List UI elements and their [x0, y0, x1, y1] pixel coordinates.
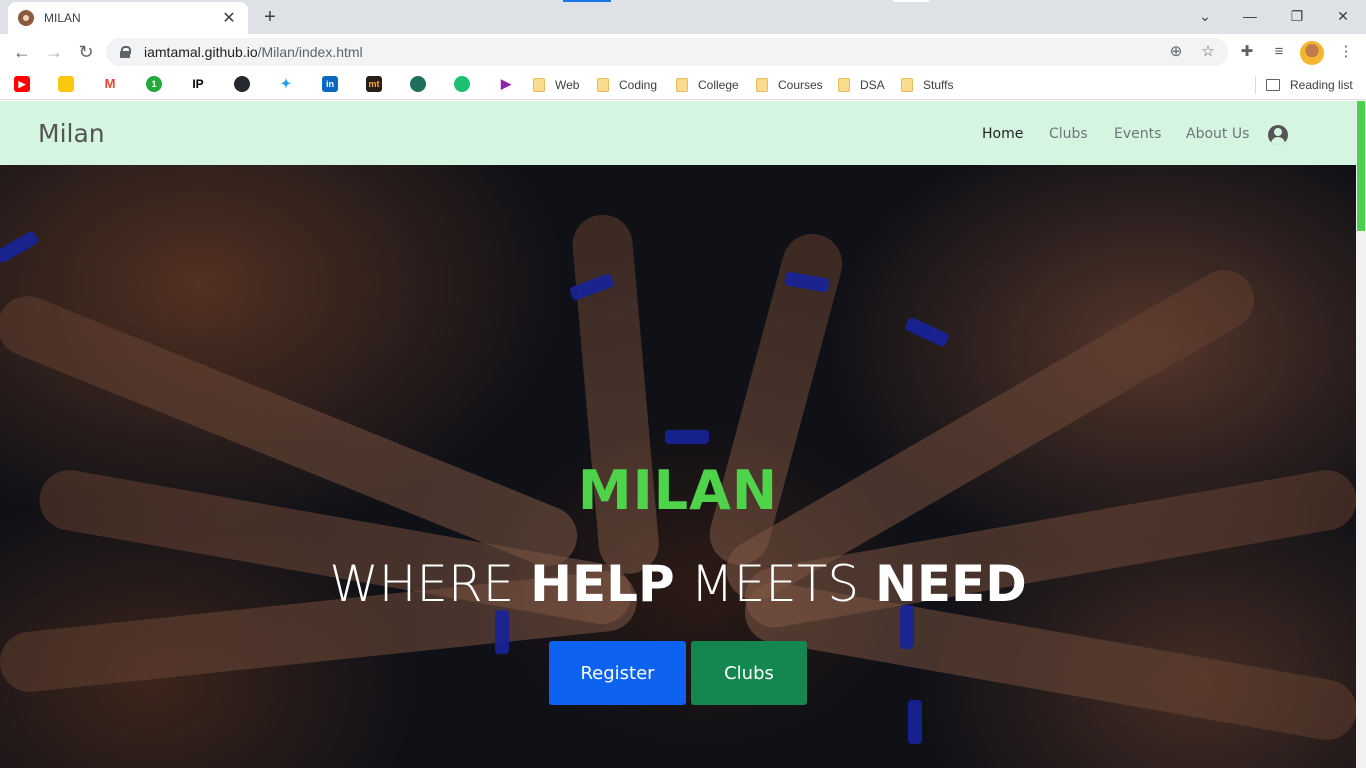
- extensions-icon[interactable]: ✚: [1235, 40, 1259, 64]
- tab-indicator: [563, 0, 611, 2]
- minimize-icon[interactable]: —: [1238, 4, 1262, 28]
- nav-link-events[interactable]: Events: [1114, 126, 1161, 142]
- tab-indicator-secondary: [893, 0, 929, 2]
- hero-section: MILAN WHERE HELP MEETS NEED Register Clu…: [0, 165, 1356, 768]
- bookmark-folder-stuffs[interactable]: Stuffs: [901, 76, 953, 94]
- browser-tab[interactable]: MILAN ✕: [8, 2, 248, 34]
- clubs-button[interactable]: Clubs: [691, 641, 807, 705]
- nav-link-about[interactable]: About Us: [1186, 126, 1249, 142]
- bookmark-folder-dsa[interactable]: DSA: [838, 76, 885, 94]
- nav-link-clubs[interactable]: Clubs: [1049, 126, 1088, 142]
- scrollbar-thumb[interactable]: [1357, 101, 1365, 231]
- media-control-icon[interactable]: ≡: [1267, 40, 1291, 64]
- tab-title: MILAN: [44, 11, 81, 25]
- bookmark-folder-college[interactable]: College: [676, 76, 739, 94]
- hero-tagline: WHERE HELP MEETS NEED: [0, 555, 1356, 613]
- gmail-icon[interactable]: M: [102, 76, 118, 92]
- tagline-part: MEETS: [674, 555, 876, 613]
- linkedin-icon[interactable]: in: [322, 76, 338, 92]
- bookmarks-divider: [1255, 76, 1256, 94]
- bookmarks-bar: ▶ M 1 IP ✦ in mt ▶ Web Coding College Co…: [0, 70, 1366, 100]
- bookmark-folder-web[interactable]: Web: [533, 76, 579, 94]
- folder-label: College: [698, 78, 739, 92]
- reload-icon[interactable]: ↻: [74, 40, 98, 64]
- forward-icon[interactable]: →: [42, 40, 66, 64]
- folder-icon: [533, 78, 545, 92]
- folder-icon: [901, 78, 913, 92]
- tab-search-icon[interactable]: ⌄: [1193, 4, 1217, 28]
- hero-title: MILAN: [577, 459, 779, 522]
- profile-avatar[interactable]: [1300, 41, 1324, 65]
- bookmark-folder-courses[interactable]: Courses: [756, 76, 823, 94]
- tab-close-icon[interactable]: ✕: [220, 8, 238, 28]
- folder-label: Web: [555, 78, 580, 92]
- folder-icon: [756, 78, 768, 92]
- page-scrollbar[interactable]: [1356, 101, 1366, 768]
- bookmark-folder-coding[interactable]: Coding: [597, 76, 657, 94]
- browser-menu-icon[interactable]: ⋮: [1334, 40, 1358, 64]
- restore-icon[interactable]: ❐: [1285, 4, 1309, 28]
- nav-link-home[interactable]: Home: [982, 126, 1023, 142]
- folder-icon: [676, 78, 688, 92]
- bookmark-star-icon[interactable]: ☆: [1196, 40, 1220, 64]
- url-path: /Milan/index.html: [257, 44, 363, 60]
- address-bar[interactable]: iamtamal.github.io/Milan/index.html ⊕ ☆: [106, 38, 1228, 66]
- mt-bookmark-icon[interactable]: mt: [366, 76, 382, 92]
- back-icon[interactable]: ←: [10, 40, 34, 64]
- url-host: iamtamal.github.io: [144, 44, 258, 60]
- keep-icon[interactable]: [58, 76, 74, 92]
- lock-icon[interactable]: [120, 46, 131, 58]
- folder-label: Coding: [619, 78, 658, 92]
- bookmark-diamond-icon[interactable]: [454, 76, 470, 92]
- new-tab-button[interactable]: +: [258, 5, 282, 29]
- play-bookmark-icon[interactable]: ▶: [498, 76, 514, 92]
- folder-icon: [838, 78, 850, 92]
- url-text[interactable]: iamtamal.github.io/Milan/index.html: [144, 44, 363, 60]
- github-icon[interactable]: [234, 76, 250, 92]
- site-navbar: Milan Home Clubs Events About Us: [0, 101, 1356, 165]
- tagline-emphasis-need: NEED: [875, 555, 1027, 613]
- ip-bookmark-icon[interactable]: IP: [190, 76, 206, 92]
- site-favicon-icon: [18, 10, 34, 26]
- web-page: Milan Home Clubs Events About Us MILAN W…: [0, 101, 1366, 768]
- twitter-icon[interactable]: ✦: [278, 76, 294, 92]
- site-brand[interactable]: Milan: [38, 119, 105, 148]
- browser-toolbar: ← → ↻ iamtamal.github.io/Milan/index.htm…: [0, 34, 1366, 70]
- reading-list-button[interactable]: Reading list: [1266, 76, 1353, 94]
- reading-list-icon: [1266, 79, 1280, 91]
- user-account-icon[interactable]: [1268, 125, 1288, 145]
- folder-label: Courses: [778, 78, 823, 92]
- reading-list-label: Reading list: [1290, 78, 1353, 92]
- gfg-icon[interactable]: [410, 76, 426, 92]
- bookmark-green-icon[interactable]: 1: [146, 76, 162, 92]
- register-button[interactable]: Register: [549, 641, 686, 705]
- youtube-icon[interactable]: ▶: [14, 76, 30, 92]
- browser-tab-strip: MILAN ✕ + ⌄ — ❐ ✕: [0, 0, 1366, 34]
- folder-label: Stuffs: [923, 78, 954, 92]
- tagline-part: WHERE: [329, 555, 531, 613]
- folder-icon: [597, 78, 609, 92]
- tagline-emphasis-help: HELP: [530, 555, 675, 613]
- folder-label: DSA: [860, 78, 885, 92]
- close-window-icon[interactable]: ✕: [1331, 4, 1355, 28]
- zoom-icon[interactable]: ⊕: [1164, 40, 1188, 64]
